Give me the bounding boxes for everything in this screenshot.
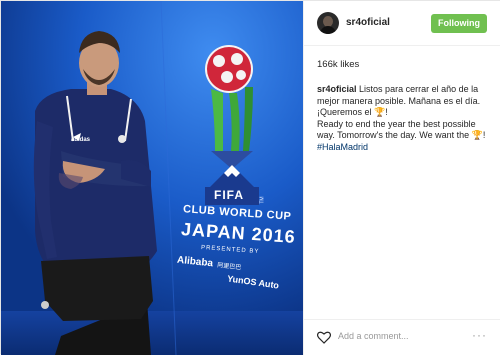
comment-input[interactable]: Add a comment... bbox=[338, 331, 409, 341]
more-options-icon[interactable]: ··· bbox=[472, 328, 487, 342]
instagram-post: FIFA TM CLUB WORLD CUP JAPAN 2016 PRESEN… bbox=[0, 0, 500, 355]
post-caption: sr4oficial Listos para cerrar el año de … bbox=[317, 84, 495, 153]
post-side-panel: sr4oficial Following 166k likes sr4ofici… bbox=[303, 1, 500, 355]
post-header: sr4oficial Following bbox=[304, 1, 500, 46]
caption-username[interactable]: sr4oficial bbox=[317, 84, 357, 94]
avatar-body bbox=[320, 26, 336, 34]
caption-english-text: Ready to end the year the best possible … bbox=[317, 118, 476, 141]
sponsor-alibaba-sub: 阿里巴巴 bbox=[216, 262, 242, 272]
trophy-emoji: 🏆 bbox=[374, 107, 386, 117]
hashtag-link[interactable]: #HalaMadrid bbox=[317, 142, 368, 152]
username-link[interactable]: sr4oficial bbox=[346, 17, 390, 28]
following-button[interactable]: Following bbox=[431, 14, 487, 33]
caption-spanish-end: ! bbox=[385, 107, 388, 117]
post-photo[interactable]: FIFA TM CLUB WORLD CUP JAPAN 2016 PRESEN… bbox=[1, 1, 303, 355]
sponsor-alibaba-name: Alibaba bbox=[176, 254, 214, 270]
photo-illustration bbox=[1, 1, 303, 355]
avatar[interactable] bbox=[317, 12, 339, 34]
trophy-emoji: 🏆 bbox=[471, 130, 483, 140]
trademark-text: TM bbox=[259, 196, 266, 204]
heart-icon[interactable] bbox=[316, 329, 332, 345]
caption-english-end: ! bbox=[482, 130, 486, 140]
likes-count[interactable]: 166k likes bbox=[317, 59, 359, 70]
adidas-logo-text: adidas bbox=[71, 137, 91, 143]
fifa-text: FIFA bbox=[214, 188, 244, 202]
post-footer: Add a comment... ··· bbox=[304, 319, 500, 355]
